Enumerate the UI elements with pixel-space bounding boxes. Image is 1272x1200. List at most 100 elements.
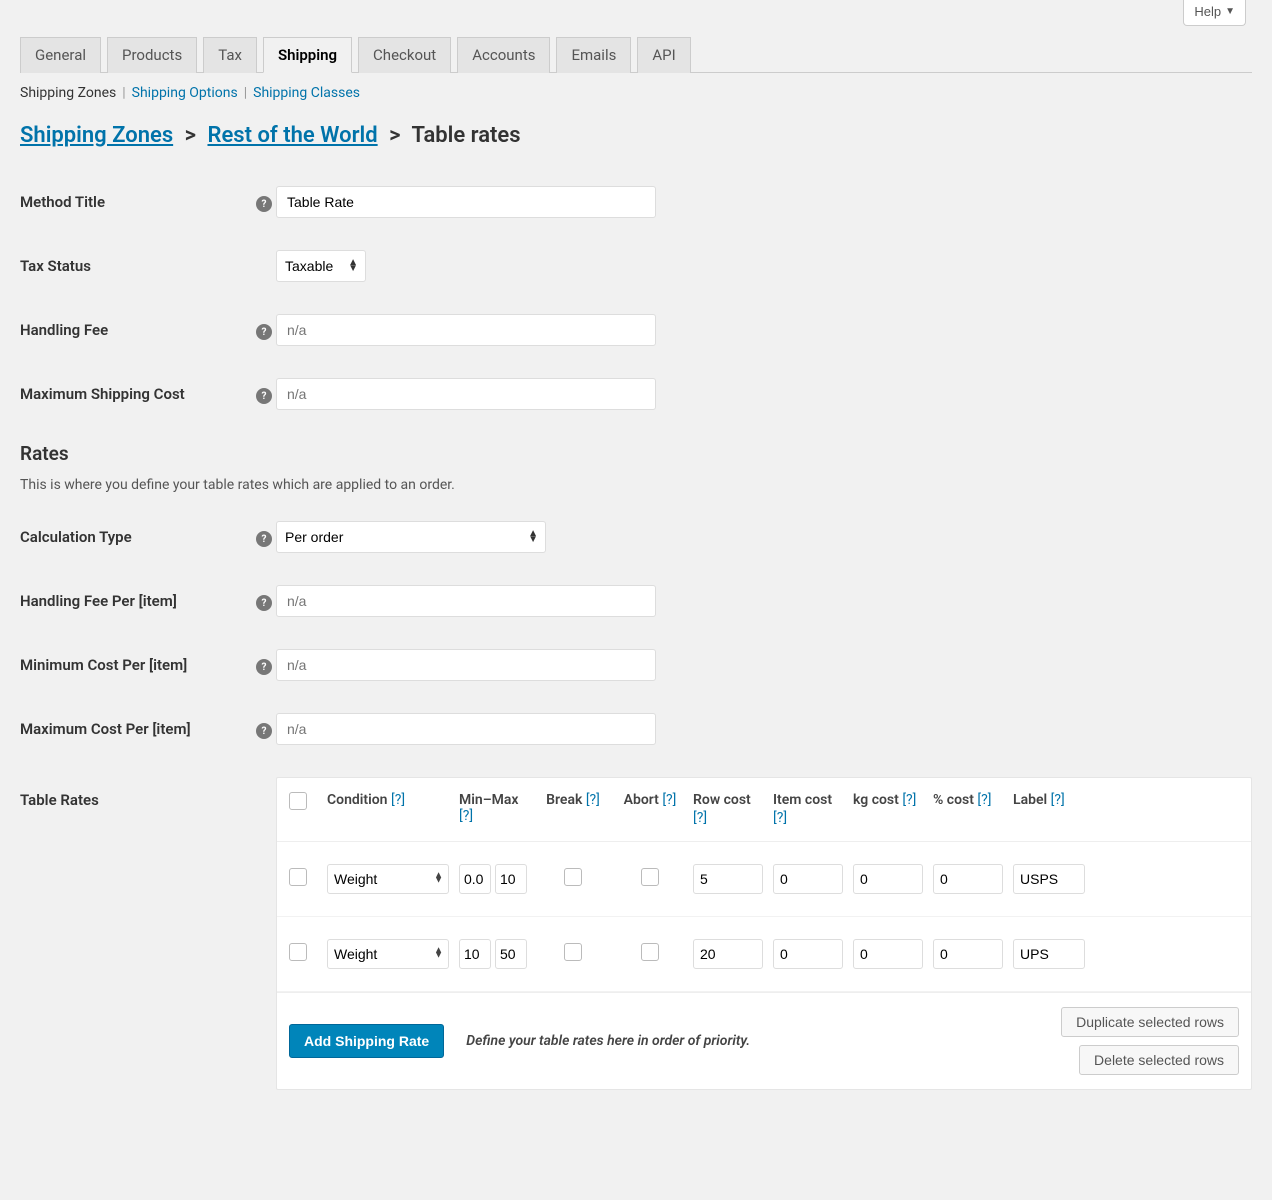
rates-section-subtitle: This is where you define your table rate…	[20, 477, 1252, 493]
abort-checkbox[interactable]	[641, 868, 659, 886]
help-icon[interactable]: ?	[252, 527, 276, 548]
tab-general[interactable]: General	[20, 37, 101, 73]
min-cost-per-input[interactable]	[276, 649, 656, 681]
table-row: Weight ▲▼	[277, 917, 1251, 992]
breadcrumb-tail: Table rates	[411, 123, 520, 148]
col-pct-cost: % cost	[933, 792, 974, 808]
col-minmax: Min–Max	[459, 792, 518, 808]
help-link[interactable]: [?]	[586, 792, 600, 808]
help-link[interactable]: [?]	[1051, 792, 1065, 808]
item-cost-input[interactable]	[773, 939, 843, 969]
label-input[interactable]	[1013, 939, 1085, 969]
method-title-input[interactable]	[276, 186, 656, 218]
help-icon[interactable]: ?	[252, 192, 276, 213]
max-cost-per-input[interactable]	[276, 713, 656, 745]
help-icon[interactable]: ?	[252, 719, 276, 740]
priority-hint: Define your table rates here in order of…	[456, 1033, 1049, 1049]
help-link[interactable]: [?]	[693, 810, 707, 826]
abort-checkbox[interactable]	[641, 943, 659, 961]
row-select-checkbox[interactable]	[289, 868, 307, 886]
table-rates-label: Table Rates	[20, 777, 276, 1090]
col-condition: Condition	[327, 792, 388, 808]
tab-products[interactable]: Products	[107, 37, 197, 73]
help-label: Help	[1194, 4, 1221, 19]
help-icon[interactable]: ?	[252, 591, 276, 612]
break-checkbox[interactable]	[564, 868, 582, 886]
tab-accounts[interactable]: Accounts	[457, 37, 550, 73]
tax-status-select[interactable]: Taxable	[276, 250, 366, 282]
tab-emails[interactable]: Emails	[556, 37, 631, 73]
subnav-shipping-options[interactable]: Shipping Options	[132, 85, 238, 101]
max-input[interactable]	[495, 939, 527, 969]
tab-checkout[interactable]: Checkout	[358, 37, 451, 73]
tab-shipping[interactable]: Shipping	[263, 37, 352, 73]
handling-fee-per-input[interactable]	[276, 585, 656, 617]
help-toggle-button[interactable]: Help ▼	[1183, 0, 1246, 26]
col-label: Label	[1013, 792, 1047, 808]
help-link[interactable]: [?]	[391, 792, 405, 808]
subnav-shipping-zones: Shipping Zones	[20, 85, 116, 101]
col-break: Break	[546, 792, 582, 808]
label-input[interactable]	[1013, 864, 1085, 894]
condition-select[interactable]: Weight	[327, 864, 449, 894]
help-icon[interactable]: ?	[252, 384, 276, 405]
breadcrumb-area-link[interactable]: Rest of the World	[207, 123, 377, 148]
min-input[interactable]	[459, 939, 491, 969]
table-header-row: Condition [?] Min–Max [?] Break [?] Abor…	[277, 778, 1251, 842]
pct-cost-input[interactable]	[933, 864, 1003, 894]
break-checkbox[interactable]	[564, 943, 582, 961]
col-item-cost: Item cost	[773, 792, 832, 808]
row-select-checkbox[interactable]	[289, 943, 307, 961]
item-cost-input[interactable]	[773, 864, 843, 894]
max-shipping-cost-label: Maximum Shipping Cost	[20, 385, 252, 403]
max-cost-per-label: Maximum Cost Per [item]	[20, 720, 252, 738]
settings-tabs: GeneralProductsTaxShippingCheckoutAccoun…	[20, 36, 1252, 73]
subnav-shipping-classes[interactable]: Shipping Classes	[253, 85, 360, 101]
duplicate-rows-button[interactable]: Duplicate selected rows	[1061, 1007, 1239, 1037]
chevron-down-icon: ▼	[1225, 6, 1235, 17]
row-cost-input[interactable]	[693, 939, 763, 969]
kg-cost-input[interactable]	[853, 939, 923, 969]
min-cost-per-label: Minimum Cost Per [item]	[20, 656, 252, 674]
breadcrumb-zones-link[interactable]: Shipping Zones	[20, 123, 173, 148]
handling-fee-input[interactable]	[276, 314, 656, 346]
col-row-cost: Row cost	[693, 792, 751, 808]
help-link[interactable]: [?]	[662, 792, 676, 808]
handling-fee-per-label: Handling Fee Per [item]	[20, 592, 252, 610]
max-shipping-cost-input[interactable]	[276, 378, 656, 410]
pct-cost-input[interactable]	[933, 939, 1003, 969]
delete-rows-button[interactable]: Delete selected rows	[1079, 1045, 1239, 1075]
table-footer: Add Shipping Rate Define your table rate…	[277, 992, 1251, 1089]
breadcrumb: Shipping Zones > Rest of the World > Tab…	[20, 111, 1252, 168]
min-input[interactable]	[459, 864, 491, 894]
max-input[interactable]	[495, 864, 527, 894]
table-rates: Condition [?] Min–Max [?] Break [?] Abor…	[276, 777, 1252, 1090]
help-link[interactable]: [?]	[902, 792, 916, 808]
calc-type-select[interactable]: Per order	[276, 521, 546, 553]
help-link[interactable]: [?]	[459, 808, 473, 824]
handling-fee-label: Handling Fee	[20, 321, 252, 339]
shipping-subnav: Shipping Zones|Shipping Options|Shipping…	[20, 73, 1252, 111]
kg-cost-input[interactable]	[853, 864, 923, 894]
tab-api[interactable]: API	[637, 37, 690, 73]
tax-status-label: Tax Status	[20, 257, 252, 275]
help-icon[interactable]: ?	[252, 320, 276, 341]
rates-section-title: Rates	[20, 442, 1252, 465]
calc-type-label: Calculation Type	[20, 528, 252, 546]
select-all-checkbox[interactable]	[289, 792, 307, 810]
chevron-right-icon: >	[179, 123, 202, 148]
condition-select[interactable]: Weight	[327, 939, 449, 969]
help-link[interactable]: [?]	[773, 810, 787, 826]
row-cost-input[interactable]	[693, 864, 763, 894]
tab-tax[interactable]: Tax	[203, 37, 257, 73]
add-shipping-rate-button[interactable]: Add Shipping Rate	[289, 1024, 444, 1058]
method-title-label: Method Title	[20, 193, 252, 211]
table-row: Weight ▲▼	[277, 842, 1251, 917]
col-abort: Abort	[624, 792, 659, 808]
help-link[interactable]: [?]	[977, 792, 991, 808]
separator: |	[116, 85, 131, 101]
separator: |	[238, 85, 253, 101]
help-icon[interactable]: ?	[252, 655, 276, 676]
chevron-right-icon: >	[383, 123, 406, 148]
col-kg-cost: kg cost	[853, 792, 899, 808]
